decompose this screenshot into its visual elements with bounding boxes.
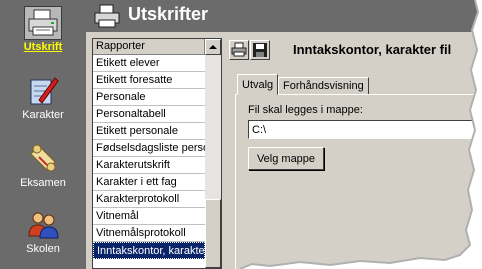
print-button[interactable]	[229, 40, 249, 60]
tab-panel: Fil skal legges i mappe: Velg mappe	[235, 94, 482, 269]
diploma-scroll-icon	[25, 142, 61, 176]
list-item[interactable]: Vitnemålsprotokoll	[93, 225, 205, 242]
people-icon	[25, 208, 61, 242]
list-item[interactable]: Personaltabell	[93, 106, 205, 123]
nav-label: Eksamen	[20, 177, 66, 189]
printer-icon	[24, 6, 62, 40]
pen-notepad-icon	[25, 74, 61, 108]
list-scrollbar[interactable]	[205, 39, 221, 268]
nav-label: Skolen	[26, 243, 60, 255]
nav-item-karakter[interactable]: Karakter	[0, 74, 86, 121]
list-item[interactable]: Etikett foresatte	[93, 72, 205, 89]
content-area: Rapporter Etikett elever Etikett foresat…	[86, 32, 482, 269]
save-button[interactable]	[250, 40, 270, 60]
report-pane: Inntakskontor, karakter fil Utvalg Forhå…	[229, 38, 482, 269]
list-item[interactable]: Etikett personale	[93, 123, 205, 140]
report-list: Rapporter Etikett elever Etikett foresat…	[92, 38, 222, 269]
report-items: Etikett elever Etikett foresatte Persona…	[93, 55, 205, 259]
printer-icon	[230, 42, 248, 62]
app-header: Utskrifter	[86, 0, 482, 32]
pane-toolbar: Inntakskontor, karakter fil	[229, 38, 482, 62]
list-item[interactable]: Karakterutskrift	[93, 157, 205, 174]
list-column-header[interactable]: Rapporter	[93, 39, 205, 55]
folder-field-label: Fil skal legges i mappe:	[248, 104, 363, 116]
tab-utvalg[interactable]: Utvalg	[237, 74, 279, 95]
page-title: Utskrifter	[128, 4, 209, 24]
nav-item-eksamen[interactable]: Eksamen	[0, 142, 86, 189]
list-item[interactable]: Personale	[93, 89, 205, 106]
scroll-up-button[interactable]	[205, 39, 221, 55]
list-item[interactable]: Karakter i ett fag	[93, 174, 205, 191]
tab-forhandsvisning[interactable]: Forhåndsvisning	[278, 77, 369, 95]
list-item-selected[interactable]: Inntakskontor, karakter	[93, 242, 205, 259]
choose-folder-button[interactable]: Velg mappe	[248, 147, 324, 170]
nav-item-utskrift[interactable]: Utskrift	[0, 6, 86, 53]
list-item[interactable]: Etikett elever	[93, 55, 205, 72]
list-item[interactable]: Vitnemål	[93, 208, 205, 225]
nav-label: Karakter	[22, 109, 64, 121]
list-item[interactable]: Fødselsdagsliste persor	[93, 140, 205, 157]
pane-title: Inntakskontor, karakter fil	[293, 42, 452, 57]
save-disk-icon	[251, 43, 269, 62]
folder-input[interactable]	[248, 120, 482, 139]
list-item[interactable]: Karakterprotokoll	[93, 191, 205, 208]
scroll-thumb[interactable]	[205, 199, 221, 268]
left-nav: Utskrift Karakter Eksamen Skolen	[0, 0, 86, 269]
app-window: Utskrift Karakter Eksamen Skolen Utskrif…	[0, 0, 482, 269]
nav-label: Utskrift	[23, 41, 63, 53]
printer-icon	[92, 3, 122, 29]
nav-item-skolen[interactable]: Skolen	[0, 208, 86, 255]
